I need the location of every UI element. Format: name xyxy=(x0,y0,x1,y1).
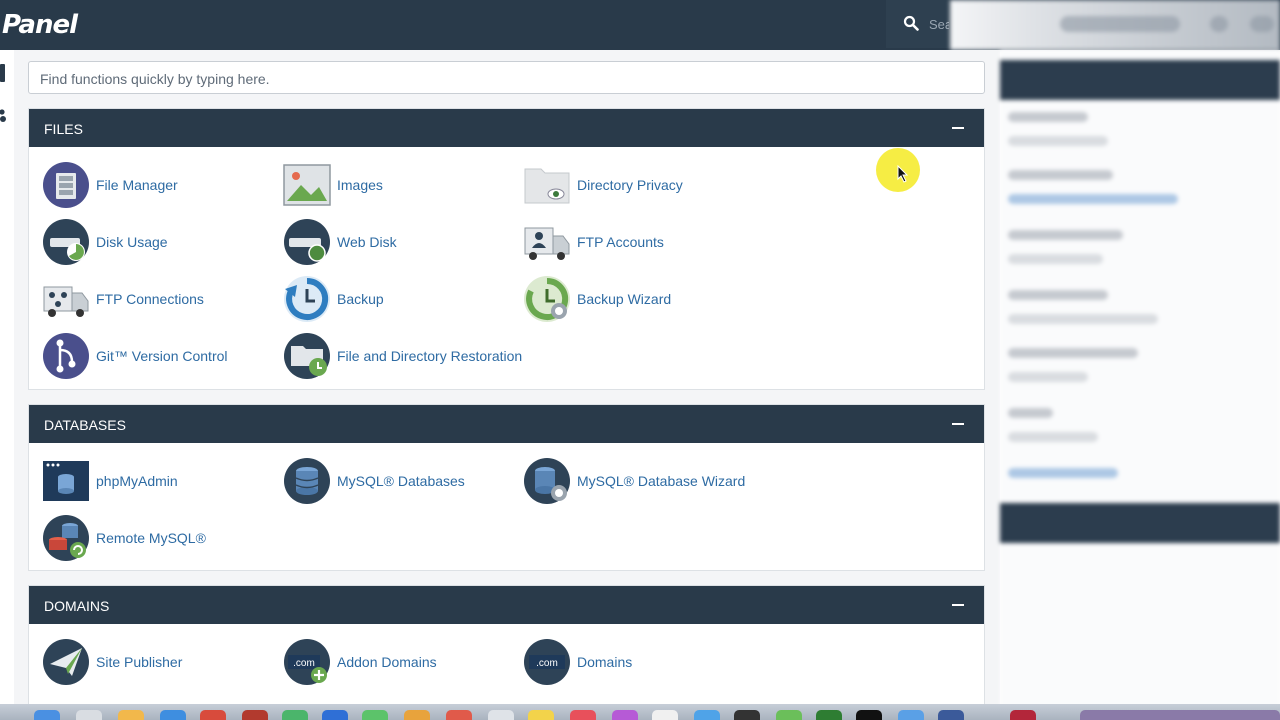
phpmyadmin-item[interactable]: phpMyAdmin xyxy=(42,457,242,505)
addon-domains-item[interactable]: .com Addon Domains xyxy=(283,638,483,686)
web-disk-icon xyxy=(284,219,330,265)
collapse-icon[interactable] xyxy=(952,423,964,425)
backup-icon xyxy=(284,276,330,322)
macos-dock xyxy=(0,704,1280,720)
item-label: Backup Wizard xyxy=(577,291,672,307)
left-rail xyxy=(0,50,14,710)
header-search[interactable]: Sea xyxy=(886,0,950,48)
item-label: File and Directory Restoration xyxy=(337,348,523,364)
domains-panel: DOMAINS Site Publisher .com Addon Domain… xyxy=(28,585,985,710)
item-label: Directory Privacy xyxy=(577,177,683,193)
ftp-accounts-icon xyxy=(524,227,570,260)
item-label: Domains xyxy=(577,654,633,670)
item-label: Git™ Version Control xyxy=(96,348,228,364)
item-label: Backup xyxy=(337,291,384,307)
files-header[interactable]: FILES xyxy=(29,109,984,147)
git-version-control-item[interactable]: Git™ Version Control xyxy=(42,332,262,380)
item-label: FTP Accounts xyxy=(577,234,664,250)
users-icon[interactable] xyxy=(0,108,8,124)
addon-domains-com-text: .com xyxy=(293,658,315,669)
file-manager-icon xyxy=(43,162,89,208)
item-label: Web Disk xyxy=(337,234,397,250)
directory-privacy-icon xyxy=(524,168,570,204)
file-restoration-item[interactable]: File and Directory Restoration xyxy=(283,332,543,380)
images-icon xyxy=(283,164,331,206)
item-label: Images xyxy=(337,177,383,193)
collapse-icon[interactable] xyxy=(952,604,964,606)
right-sidebar-blurred xyxy=(1000,50,1280,710)
backup-wizard-icon xyxy=(524,276,570,322)
item-label: MySQL® Database Wizard xyxy=(577,473,746,489)
quick-search-input[interactable]: Find functions quickly by typing here. xyxy=(28,61,985,94)
mouse-cursor-icon xyxy=(897,165,909,183)
mysql-databases-icon xyxy=(284,458,330,504)
menu-icon[interactable] xyxy=(0,64,5,82)
item-label: Site Publisher xyxy=(96,654,183,670)
domains-header[interactable]: DOMAINS xyxy=(29,586,984,624)
ftp-connections-icon xyxy=(43,286,89,317)
header-search-input[interactable]: Sea xyxy=(929,17,949,32)
domains-icon: .com xyxy=(524,639,570,685)
disk-usage-icon xyxy=(43,219,89,265)
remote-mysql-icon xyxy=(43,515,89,561)
collapse-icon[interactable] xyxy=(952,127,964,129)
databases-panel: DATABASES phpMyAdmin MySQL® Databases My… xyxy=(28,404,985,571)
files-panel: FILES File Manager Images Directory Priv… xyxy=(28,108,985,390)
mysql-wizard-item[interactable]: MySQL® Database Wizard xyxy=(523,457,763,505)
domains-com-text: .com xyxy=(536,658,558,669)
cpanel-logo[interactable]: Panel xyxy=(2,10,78,40)
domains-title: DOMAINS xyxy=(44,598,110,614)
top-bar: Panel Sea xyxy=(0,0,1280,50)
item-label: Remote MySQL® xyxy=(96,530,206,546)
ftp-connections-item[interactable]: FTP Connections xyxy=(42,275,242,323)
file-manager-item[interactable]: File Manager xyxy=(42,161,242,209)
item-label: File Manager xyxy=(96,177,178,193)
git-icon xyxy=(43,333,89,379)
databases-title: DATABASES xyxy=(44,417,126,433)
mysql-databases-item[interactable]: MySQL® Databases xyxy=(283,457,503,505)
restoration-icon xyxy=(284,333,330,379)
item-label: MySQL® Databases xyxy=(337,473,465,489)
ftp-accounts-item[interactable]: FTP Accounts xyxy=(523,218,763,266)
item-label: phpMyAdmin xyxy=(96,473,178,489)
addon-domains-icon: .com xyxy=(284,639,330,685)
files-title: FILES xyxy=(44,121,83,137)
mysql-wizard-icon xyxy=(524,458,570,504)
web-disk-item[interactable]: Web Disk xyxy=(283,218,483,266)
backup-wizard-item[interactable]: Backup Wizard xyxy=(523,275,763,323)
backup-item[interactable]: Backup xyxy=(283,275,483,323)
images-item[interactable]: Images xyxy=(283,161,483,209)
remote-mysql-item[interactable]: Remote MySQL® xyxy=(42,514,242,562)
item-label: FTP Connections xyxy=(96,291,204,307)
disk-usage-item[interactable]: Disk Usage xyxy=(42,218,242,266)
phpmyadmin-icon xyxy=(43,461,89,501)
databases-header[interactable]: DATABASES xyxy=(29,405,984,443)
header-right-blurred xyxy=(950,0,1280,50)
directory-privacy-item[interactable]: Directory Privacy xyxy=(523,161,763,209)
search-icon xyxy=(903,15,919,31)
item-label: Disk Usage xyxy=(96,234,168,250)
site-publisher-item[interactable]: Site Publisher xyxy=(42,638,242,686)
site-publisher-icon xyxy=(43,639,89,685)
item-label: Addon Domains xyxy=(337,654,437,670)
domains-item[interactable]: .com Domains xyxy=(523,638,723,686)
